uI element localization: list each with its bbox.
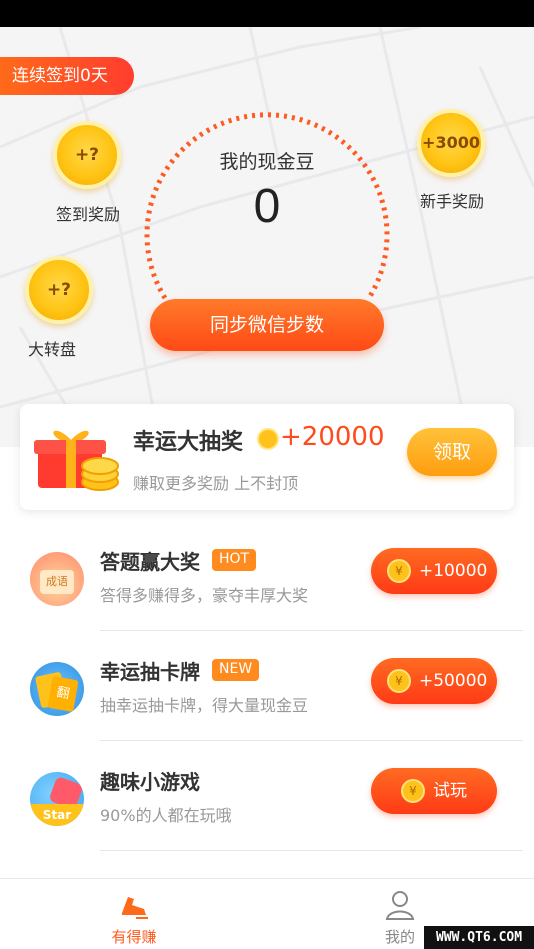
task-reward-label: 试玩 xyxy=(433,781,467,801)
divider xyxy=(100,850,523,851)
task-action-button[interactable]: ¥ 试玩 xyxy=(371,768,497,814)
divider xyxy=(100,630,523,631)
new-badge: NEW xyxy=(212,659,260,681)
hero-section: 连续签到0天 +? 签到奖励 +? 大转盘 +3000 新手奖励 我的现金豆 0… xyxy=(0,27,534,447)
task-reward-label: +10000 xyxy=(419,561,488,581)
quiz-icon: 成语 xyxy=(30,552,84,606)
card-draw-icon: 翻 xyxy=(30,662,84,716)
checkin-reward-coin[interactable]: +? xyxy=(53,121,121,189)
task-action-button[interactable]: ¥ +10000 xyxy=(371,548,497,594)
cash-beans-value: 0 xyxy=(253,180,281,233)
task-description: 90%的人都在玩哦 xyxy=(100,806,232,825)
task-description: 答得多赚得多，豪夺丰厚大奖 xyxy=(100,586,309,605)
task-reward-label: +50000 xyxy=(419,671,488,691)
task-title: 答题赢大奖 xyxy=(100,550,200,574)
coin-icon xyxy=(257,428,279,450)
task-description: 抽幸运抽卡牌，得大量现金豆 xyxy=(100,696,309,715)
task-mini-games[interactable]: Star 趣味小游戏 90%的人都在玩哦 ¥ 试玩 xyxy=(0,742,534,850)
lucky-wheel-label: 大转盘 xyxy=(27,340,76,359)
gift-box-icon xyxy=(34,430,119,491)
tab-earn-label: 有得赚 xyxy=(111,928,157,946)
task-title: 趣味小游戏 xyxy=(100,770,200,794)
yen-coin-icon: ¥ xyxy=(387,559,411,583)
hot-badge: HOT xyxy=(212,549,257,571)
lucky-draw-subtitle: 赚取更多奖励 上不封顶 xyxy=(133,474,299,493)
checkin-streak-badge: 连续签到0天 xyxy=(0,57,134,95)
mini-games-icon: Star xyxy=(30,772,84,826)
divider xyxy=(100,740,523,741)
task-card-draw[interactable]: 翻 幸运抽卡牌 NEW 抽幸运抽卡牌，得大量现金豆 ¥ +50000 xyxy=(0,632,534,740)
task-action-button[interactable]: ¥ +50000 xyxy=(371,658,497,704)
yen-coin-icon: ¥ xyxy=(387,669,411,693)
lucky-draw-title: 幸运大抽奖 xyxy=(133,430,244,455)
person-icon xyxy=(385,891,415,920)
card-draw-icon-text: 翻 xyxy=(47,675,79,713)
mini-games-icon-text: Star xyxy=(30,804,84,826)
task-title: 幸运抽卡牌 xyxy=(100,660,200,684)
sync-wechat-steps-button[interactable]: 同步微信步数 xyxy=(150,299,384,351)
quiz-icon-text: 成语 xyxy=(40,570,74,594)
task-quiz[interactable]: 成语 答题赢大奖 HOT 答得多赚得多，豪夺丰厚大奖 ¥ +10000 xyxy=(0,522,534,630)
lucky-wheel-coin[interactable]: +? xyxy=(25,256,93,324)
lucky-draw-card[interactable]: 幸运大抽奖 +20000 赚取更多奖励 上不封顶 领取 xyxy=(20,404,514,510)
status-bar xyxy=(0,0,534,27)
running-shoe-icon xyxy=(122,897,148,919)
yen-coin-icon: ¥ xyxy=(401,779,425,803)
site-watermark: WWW.QT6.COM xyxy=(424,926,534,949)
claim-button[interactable]: 领取 xyxy=(407,428,497,476)
cash-beans-title: 我的现金豆 xyxy=(219,151,315,173)
lucky-draw-amount: +20000 xyxy=(280,422,385,452)
newbie-reward-coin[interactable]: +3000 xyxy=(417,109,485,177)
checkin-reward-label: 签到奖励 xyxy=(55,205,120,224)
newbie-reward-label: 新手奖励 xyxy=(419,192,484,211)
tab-earn[interactable]: 有得赚 xyxy=(74,879,194,949)
